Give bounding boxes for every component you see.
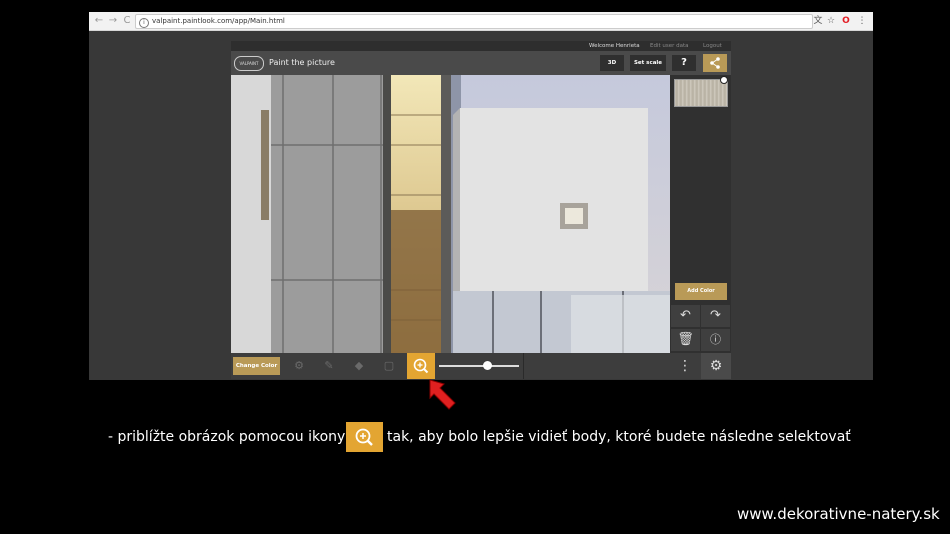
address-bar[interactable]: i valpaint.paintlook.com/app/Main.html <box>135 14 813 29</box>
zoom-in-icon-sample <box>346 422 383 452</box>
brush-icon[interactable]: ✎ <box>315 353 343 379</box>
red-arrow-icon <box>429 379 456 410</box>
zoom-slider[interactable] <box>439 365 519 367</box>
app-header: VALPAINT Paint the picture 3D Set scale … <box>231 51 731 75</box>
add-color-button[interactable]: Add Color <box>675 283 727 300</box>
zoom-in-icon <box>413 358 429 374</box>
valpaint-logo: VALPAINT <box>234 56 264 71</box>
building-photo[interactable] <box>231 75 670 353</box>
zoom-button[interactable] <box>407 353 435 379</box>
edit-user-link[interactable]: Edit user data <box>650 43 689 49</box>
reload-button[interactable]: C <box>121 14 133 28</box>
star-icon[interactable]: ☆ <box>826 15 836 27</box>
divider <box>523 353 524 379</box>
share-icon <box>710 57 720 69</box>
info-circle-icon[interactable]: ⓘ <box>701 329 730 351</box>
eraser-icon[interactable]: ◆ <box>345 353 373 379</box>
back-button[interactable]: ← <box>93 14 105 28</box>
set-scale-button[interactable]: Set scale <box>630 55 666 71</box>
opera-icon[interactable]: O <box>841 15 851 27</box>
instruction-text-after: tak, aby bolo lepšie vidieť body, ktoré … <box>387 429 851 445</box>
url-text: valpaint.paintlook.com/app/Main.html <box>152 17 285 25</box>
trash-icon[interactable]: 🗑 <box>671 329 700 351</box>
browser-window: ← → C i valpaint.paintlook.com/app/Main.h… <box>89 12 873 380</box>
crop-icon[interactable]: ▢ <box>375 353 403 379</box>
menu-icon[interactable]: ⋮ <box>857 15 867 27</box>
redo-icon[interactable]: ↷ <box>701 305 730 327</box>
info-icon[interactable]: i <box>139 18 149 28</box>
user-bar: Welcome Henrieta Edit user data Logout <box>231 41 731 51</box>
zoom-slider-handle[interactable] <box>482 361 492 370</box>
color-swatch[interactable] <box>674 79 728 107</box>
color-panel: Add Color ↶ ↷ 🗑 ⓘ <box>670 75 731 353</box>
auto-select-icon[interactable]: ⚙ <box>285 353 313 379</box>
more-icon[interactable]: ⋮ <box>671 353 699 379</box>
help-button[interactable]: ? <box>672 55 696 71</box>
bottom-toolbar: Change Color ⚙ ✎ ◆ ▢ ⋮ ⚙ <box>231 353 731 379</box>
settings-icon[interactable]: ⚙ <box>701 353 731 379</box>
logout-link[interactable]: Logout <box>703 43 722 49</box>
zoom-in-icon <box>355 428 373 446</box>
page-viewport: Welcome Henrieta Edit user data Logout V… <box>89 31 873 380</box>
translate-icon[interactable]: 文 <box>813 15 823 27</box>
paint-app: Welcome Henrieta Edit user data Logout V… <box>231 41 731 379</box>
change-color-button[interactable]: Change Color <box>233 357 280 375</box>
page-title: Paint the picture <box>269 58 335 67</box>
swatch-indicator <box>720 76 728 84</box>
instruction-text-before: - priblížte obrázok pomocou ikony <box>108 429 346 445</box>
forward-button[interactable]: → <box>107 14 119 28</box>
footer-website: www.dekorativne-natery.sk <box>737 505 940 523</box>
browser-toolbar: ← → C i valpaint.paintlook.com/app/Main.h… <box>89 12 873 31</box>
3d-button[interactable]: 3D <box>600 55 624 71</box>
undo-icon[interactable]: ↶ <box>671 305 700 327</box>
share-button[interactable] <box>703 54 727 72</box>
welcome-text: Welcome Henrieta <box>589 43 640 49</box>
